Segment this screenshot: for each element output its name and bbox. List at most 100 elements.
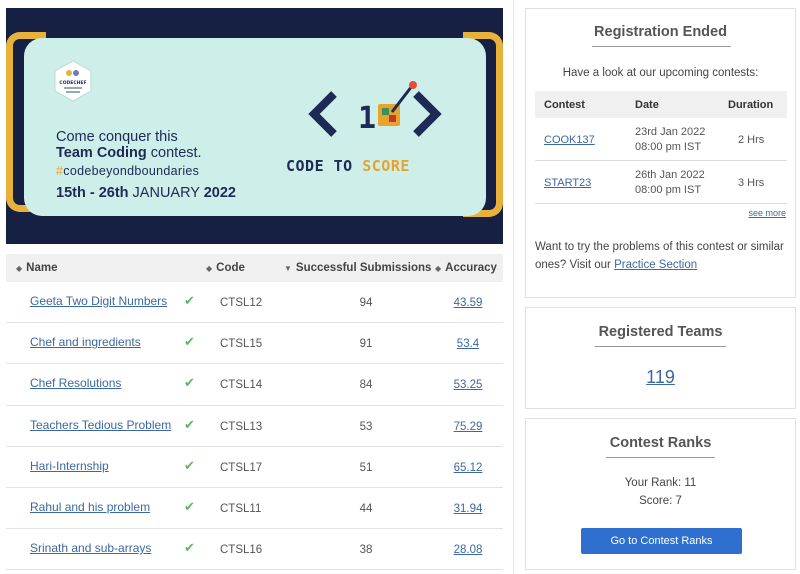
problem-code: CTSL17 xyxy=(220,461,263,474)
contest-date-time: 08:00 pm IST xyxy=(635,141,702,153)
registered-teams-count[interactable]: 119 xyxy=(526,367,795,388)
mark-digit: 1 xyxy=(358,101,376,136)
contest-date-time: 08:00 pm IST xyxy=(635,184,702,196)
contests-header-contest: Contest xyxy=(544,99,585,111)
registration-panel: Registration Ended Have a look at our up… xyxy=(525,8,796,298)
table-row: Chef Resolutions ✔ CTSL14 84 53.25 xyxy=(6,364,503,406)
successful-submissions: 84 xyxy=(359,379,373,392)
contest-row: START23 26th Jan 2022 08:00 pm IST 3 Hrs xyxy=(535,161,787,204)
problem-name-link[interactable]: Rahul and his problem xyxy=(30,500,150,514)
check-icon: ✔ xyxy=(184,293,195,308)
see-more-link[interactable]: see more xyxy=(748,208,786,218)
accuracy-link[interactable]: 75.29 xyxy=(443,421,493,433)
accuracy-link[interactable]: 53.4 xyxy=(443,338,493,350)
table-row: Teachers Tedious Problem ✔ CTSL13 53 75.29 xyxy=(6,406,503,447)
banner-line-2-bold: Team Coding xyxy=(56,145,147,161)
contest-link[interactable]: COOK137 xyxy=(544,134,595,146)
problems-table: ◆ Name ◆ Code ▼ Successful Submissions ◆ Acc… xyxy=(6,254,503,571)
contests-header: Contest Date Duration xyxy=(535,91,787,118)
accuracy-link[interactable]: 65.12 xyxy=(443,462,493,474)
successful-submissions: 51 xyxy=(359,461,373,474)
header-subs-label: Successful Submissions xyxy=(295,262,432,274)
header-successful-submissions[interactable]: ▼ Successful Submissions xyxy=(284,262,431,274)
problem-code: CTSL14 xyxy=(220,379,263,392)
cts-code-to: CODE TO xyxy=(286,157,363,175)
successful-submissions: 91 xyxy=(359,338,373,351)
sort-desc-icon: ▼ xyxy=(284,264,292,273)
contest-link[interactable]: START23 xyxy=(544,177,591,189)
accuracy-link[interactable]: 31.94 xyxy=(443,503,493,515)
header-name-label: Name xyxy=(26,262,58,274)
registration-title: Registration Ended xyxy=(594,24,727,40)
code-bracket-mark-icon: 1 xyxy=(308,81,442,137)
problem-code: CTSL12 xyxy=(220,297,263,309)
your-rank: Your Rank: 11 xyxy=(624,477,697,489)
registered-teams-panel: Registered Teams 119 xyxy=(525,307,796,409)
header-accuracy[interactable]: ◆ Accuracy xyxy=(435,262,497,274)
table-row: Hari-Internship ✔ CTSL17 51 65.12 xyxy=(6,447,503,488)
practice-section-link[interactable]: Practice Section xyxy=(614,259,697,271)
contest-date: 26th Jan 2022 08:00 pm IST xyxy=(635,168,705,198)
header-code-label: Code xyxy=(216,262,245,274)
banner-line-2: Team Coding contest. xyxy=(56,145,202,161)
problem-name-link[interactable]: Hari-Internship xyxy=(30,459,109,473)
banner-code-to-score: CODE TO SCORE xyxy=(286,157,410,175)
check-icon: ✔ xyxy=(184,375,195,391)
contest-date-day: 23rd Jan 2022 xyxy=(635,126,706,138)
upcoming-contests-table: Contest Date Duration COOK137 23rd Jan 2… xyxy=(535,91,787,204)
problem-name-link[interactable]: Geeta Two Digit Numbers xyxy=(30,294,167,308)
hashtag-text: codebeyondboundaries xyxy=(63,164,200,178)
column-divider xyxy=(513,0,514,574)
accuracy-link[interactable]: 53.25 xyxy=(443,379,493,391)
successful-submissions: 53 xyxy=(359,420,373,433)
contest-date-day: 26th Jan 2022 xyxy=(635,169,705,181)
sort-icon: ◆ xyxy=(16,264,23,273)
your-score: Score: 7 xyxy=(639,495,682,507)
successful-submissions: 94 xyxy=(359,297,373,309)
contest-duration: 2 Hrs xyxy=(738,134,765,146)
accuracy-link[interactable]: 43.59 xyxy=(443,297,493,309)
problem-name-link[interactable]: Teachers Tedious Problem xyxy=(30,418,171,432)
accuracy-link[interactable]: 28.08 xyxy=(443,544,493,556)
problem-code: CTSL16 xyxy=(220,544,263,557)
codechef-chapter-logo: CODECHEF xyxy=(54,60,92,102)
check-icon: ✔ xyxy=(184,540,195,556)
registered-teams-title: Registered Teams xyxy=(598,324,723,340)
upcoming-subtitle: Have a look at our upcoming contests: xyxy=(562,67,759,79)
date-range: 15th - 26th xyxy=(56,185,133,201)
contest-row: COOK137 23rd Jan 2022 08:00 pm IST 2 Hrs xyxy=(535,118,787,161)
problem-code: CTSL13 xyxy=(220,420,263,433)
banner-line-1: Come conquer this xyxy=(56,129,178,145)
title-underline xyxy=(595,346,726,347)
problem-name-link[interactable]: Srinath and sub-arrays xyxy=(30,541,151,555)
header-code[interactable]: ◆ Code xyxy=(206,262,245,274)
problem-code: CTSL11 xyxy=(220,502,262,515)
check-icon: ✔ xyxy=(184,457,195,473)
go-to-contest-ranks-button[interactable]: Go to Contest Ranks xyxy=(581,528,742,554)
table-row: Chef and ingredients ✔ CTSL15 91 53.4 xyxy=(6,323,503,365)
title-underline xyxy=(592,46,731,47)
contest-date: 23rd Jan 2022 08:00 pm IST xyxy=(635,125,705,155)
contest-ranks-panel: Contest Ranks Your Rank: 11 Score: 7 Go … xyxy=(525,418,796,570)
cts-score: SCORE xyxy=(362,157,410,175)
date-year: 2022 xyxy=(203,185,236,201)
check-icon: ✔ xyxy=(184,498,195,514)
check-icon: ✔ xyxy=(184,416,195,432)
table-row: Geeta Two Digit Numbers ✔ CTSL12 94 43.59 xyxy=(6,282,503,324)
title-underline xyxy=(606,457,715,458)
date-month: JANUARY xyxy=(132,185,204,201)
sort-icon: ◆ xyxy=(206,264,213,273)
logo-text: CODECHEF xyxy=(59,80,86,86)
problem-name-link[interactable]: Chef Resolutions xyxy=(30,376,121,390)
successful-submissions: 44 xyxy=(359,502,373,515)
problem-name-link[interactable]: Chef and ingredients xyxy=(30,335,141,349)
contest-banner: CODECHEF Come conquer this Team Coding c… xyxy=(6,8,503,244)
banner-dates: 15th - 26th JANUARY 2022 xyxy=(56,185,236,201)
table-row: Rahul and his problem ✔ CTSL11 44 31.94 xyxy=(6,488,503,530)
contests-header-duration: Duration xyxy=(728,99,774,111)
header-name[interactable]: ◆ Name xyxy=(16,262,57,274)
header-acc-label: Accuracy xyxy=(445,262,497,274)
contest-ranks-title: Contest Ranks xyxy=(609,435,712,451)
banner-hashtag: #codebeyondboundaries xyxy=(56,164,199,178)
contest-duration: 3 Hrs xyxy=(738,177,765,189)
